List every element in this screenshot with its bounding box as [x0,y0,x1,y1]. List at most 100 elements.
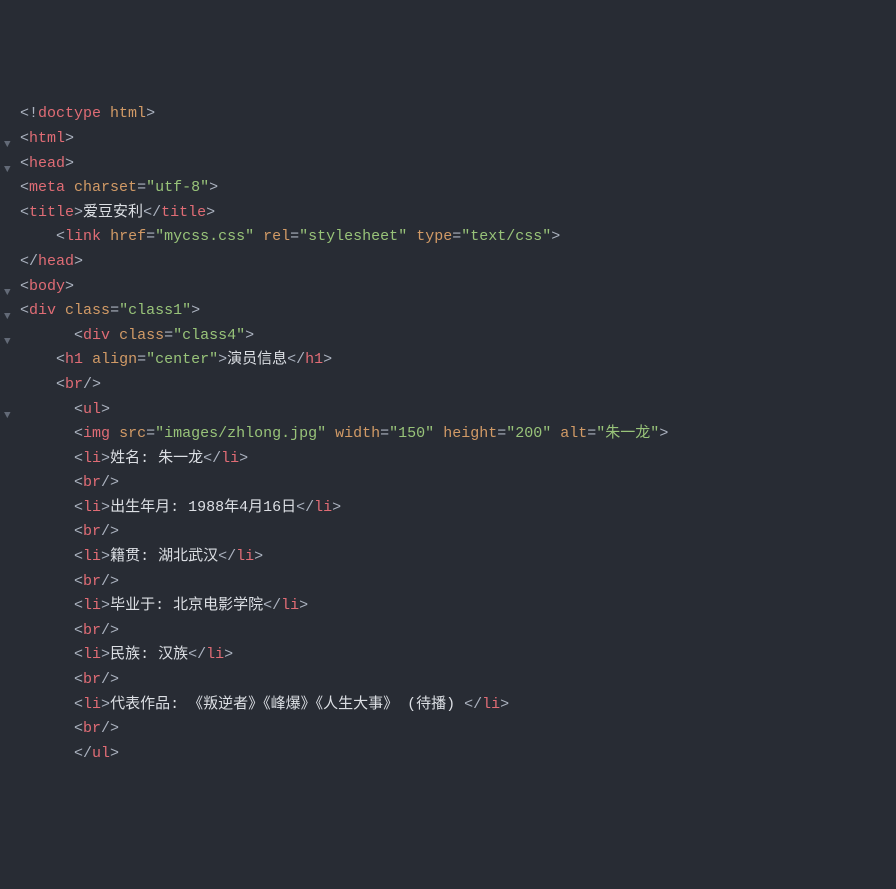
code-line[interactable]: ▼<div class="class1"> [0,299,896,324]
token-attr: align [92,351,137,368]
token-eq: = [146,228,155,245]
token-punct: > [218,351,227,368]
token-tag: li [83,696,101,713]
token-attr: class [65,302,110,319]
token-tag: br [83,622,101,639]
code-line[interactable]: <br/> [0,717,896,742]
token-tag: br [83,573,101,590]
token-tag: li [221,450,239,467]
token-punct: < [20,130,29,147]
token-punct: < [20,204,29,221]
token-punct: /> [83,376,101,393]
token-punct: </ [203,450,221,467]
token-punct: < [74,401,83,418]
code-line[interactable]: <meta charset="utf-8"> [0,176,896,201]
code-line[interactable]: <li>出生年月: 1988年4月16日</li> [0,496,896,521]
token-tag: doctype [38,105,101,122]
token-eq: = [497,425,506,442]
token-tag: li [83,597,101,614]
code-line[interactable]: <h1 align="center">演员信息</h1> [0,348,896,373]
token-punct: > [224,646,233,663]
code-line[interactable]: <br/> [0,668,896,693]
token-punct [56,302,65,319]
token-punct [110,327,119,344]
token-punct: < [74,671,83,688]
code-editor[interactable]: <!doctype html>▼<html>▼<head><meta chars… [0,102,896,766]
token-punct: < [74,425,83,442]
code-line[interactable]: <!doctype html> [0,102,896,127]
code-line[interactable]: <img src="images/zhlong.jpg" width="150"… [0,422,896,447]
token-eq: = [146,425,155,442]
code-line[interactable]: <br/> [0,520,896,545]
code-line[interactable]: <li>毕业于: 北京电影学院</li> [0,594,896,619]
code-line[interactable]: <li>籍贯: 湖北武汉</li> [0,545,896,570]
token-tag: h1 [65,351,83,368]
token-tag: title [29,204,74,221]
token-punct [110,425,119,442]
token-text: 毕业于: 北京电影学院 [110,597,263,614]
token-punct: > [101,597,110,614]
code-line[interactable]: <title>爱豆安利</title> [0,201,896,226]
token-attr: rel [263,228,290,245]
token-text: 籍贯: 湖北武汉 [110,548,218,565]
code-line[interactable]: ▼<html> [0,127,896,152]
token-punct: > [65,155,74,172]
code-line[interactable]: <br/> [0,619,896,644]
token-string: "mycss.css" [155,228,254,245]
token-punct: > [65,278,74,295]
token-punct [551,425,560,442]
token-punct: < [74,696,83,713]
code-line[interactable]: <li>姓名: 朱一龙</li> [0,447,896,472]
code-line[interactable]: ▼ <ul> [0,398,896,423]
code-line[interactable]: ▼<head> [0,152,896,177]
token-punct: > [332,499,341,516]
token-punct: </ [20,253,38,270]
code-line[interactable]: <li>民族: 汉族</li> [0,643,896,668]
code-line[interactable]: ▼<body> [0,275,896,300]
code-line[interactable]: </head> [0,250,896,275]
token-punct: < [56,351,65,368]
token-punct: /> [101,671,119,688]
token-punct: > [254,548,263,565]
token-text: 爱豆安利 [83,204,143,221]
token-punct: </ [188,646,206,663]
token-tag: h1 [305,351,323,368]
token-punct: < [56,376,65,393]
token-tag: title [161,204,206,221]
token-punct: > [101,499,110,516]
token-string: "150" [389,425,434,442]
token-tag: li [83,646,101,663]
token-punct: > [74,204,83,221]
code-line[interactable]: <li>代表作品: 《叛逆者》《峰爆》《人生大事》 (待播) </li> [0,693,896,718]
token-string: "center" [146,351,218,368]
token-punct: > [659,425,668,442]
token-tag: li [83,450,101,467]
token-tag: div [29,302,56,319]
token-punct: </ [218,548,236,565]
token-punct: > [500,696,509,713]
token-tag: ul [83,401,101,418]
token-tag: link [65,228,101,245]
token-punct [83,351,92,368]
token-punct: > [146,105,155,122]
code-line[interactable]: <br/> [0,570,896,595]
code-line[interactable]: ▼ <div class="class4"> [0,324,896,349]
code-line[interactable]: </ul> [0,742,896,767]
token-punct: > [206,204,215,221]
token-punct: < [74,646,83,663]
code-line[interactable]: <br/> [0,373,896,398]
code-line[interactable]: <br/> [0,471,896,496]
token-eq: = [137,179,146,196]
token-tag: br [83,474,101,491]
token-punct: </ [296,499,314,516]
token-punct: < [74,548,83,565]
token-punct: < [74,523,83,540]
token-punct: > [551,228,560,245]
token-punct: < [74,720,83,737]
token-text: 姓名: 朱一龙 [110,450,203,467]
token-string: "class1" [119,302,191,319]
token-text: 出生年月: 1988年4月16日 [110,499,296,516]
token-punct: </ [464,696,482,713]
code-line[interactable]: <link href="mycss.css" rel="stylesheet" … [0,225,896,250]
token-punct: /> [101,474,119,491]
